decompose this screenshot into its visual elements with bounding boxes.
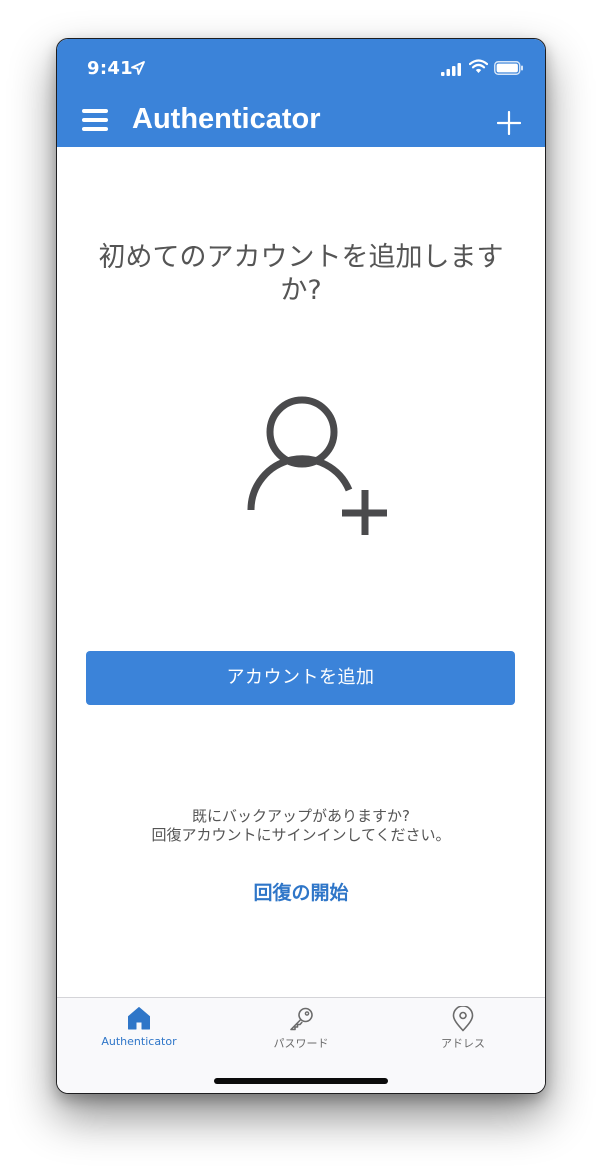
cellular-signal-icon xyxy=(441,61,461,80)
map-pin-icon xyxy=(451,1005,475,1036)
status-time: 9:41 xyxy=(87,58,133,79)
person-add-icon xyxy=(247,395,389,543)
tab-label: パスワード xyxy=(273,1037,329,1050)
tab-addresses[interactable]: アドレス xyxy=(403,998,523,1058)
add-account-button[interactable]: アカウントを追加 xyxy=(86,651,515,705)
tab-passwords[interactable]: パスワード xyxy=(241,998,361,1058)
add-first-account-prompt: 初めてのアカウントを追加しますか? xyxy=(98,242,504,306)
battery-icon xyxy=(494,60,524,79)
start-recovery-link[interactable]: 回復の開始 xyxy=(201,878,401,905)
restore-description: 既にバックアップがありますか? 回復アカウントにサインインしてください。 xyxy=(77,807,525,845)
key-icon xyxy=(289,1006,315,1036)
home-icon xyxy=(127,1006,151,1034)
wifi-icon xyxy=(468,59,489,78)
home-indicator xyxy=(214,1078,388,1084)
hamburger-menu-icon[interactable] xyxy=(82,109,108,135)
plus-icon[interactable] xyxy=(496,110,522,139)
tab-label: アドレス xyxy=(441,1037,485,1050)
tab-authenticator[interactable]: Authenticator xyxy=(79,998,199,1058)
restore-line-2: 回復アカウントにサインインしてください。 xyxy=(151,826,451,844)
phone-frame: 9:41 Authenticator 初めてのアカウントを追加しますか? アカウ… xyxy=(56,38,546,1094)
location-arrow-icon xyxy=(131,60,145,79)
screenshot-stage: 9:41 Authenticator 初めてのアカウントを追加しますか? アカウ… xyxy=(0,0,600,1167)
restore-line-1: 既にバックアップがありますか? xyxy=(192,807,410,825)
app-title: Authenticator xyxy=(132,103,321,135)
app-header: 9:41 Authenticator xyxy=(57,39,545,147)
tab-label: Authenticator xyxy=(101,1035,177,1048)
